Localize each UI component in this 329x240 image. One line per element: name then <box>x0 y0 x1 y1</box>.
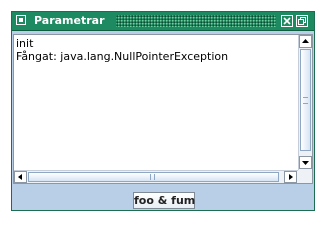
scroll-down-button[interactable] <box>299 156 312 169</box>
text-area[interactable]: init Fångat: java.lang.NullPointerExcept… <box>14 35 298 170</box>
window-title: Parametrar <box>34 14 105 27</box>
restore-button[interactable] <box>296 15 308 27</box>
arrow-down-icon <box>302 161 309 165</box>
scroll-right-button[interactable] <box>284 171 297 183</box>
arrow-up-icon <box>302 39 309 43</box>
thumb-grip-icon <box>303 97 308 104</box>
scroll-corner <box>298 170 312 183</box>
text-area-scroll-pane: init Fångat: java.lang.NullPointerExcept… <box>13 34 313 184</box>
title-bar[interactable]: Parametrar <box>12 12 314 31</box>
close-x-icon <box>283 17 291 25</box>
horizontal-scroll-thumb[interactable] <box>28 172 279 182</box>
vertical-scroll-thumb[interactable] <box>300 49 311 151</box>
arrow-left-icon <box>18 174 22 180</box>
vertical-scrollbar[interactable] <box>298 35 312 170</box>
horizontal-scrollbar[interactable] <box>14 170 298 183</box>
title-bar-grip <box>116 15 276 27</box>
window-menu-icon[interactable] <box>16 15 26 25</box>
thumb-grip-icon <box>150 174 155 180</box>
scroll-up-button[interactable] <box>299 35 312 48</box>
text-line: init <box>16 37 34 50</box>
arrow-right-icon <box>289 174 293 180</box>
text-line: Fångat: java.lang.NullPointerException <box>16 50 229 63</box>
close-button[interactable] <box>281 15 293 27</box>
scroll-left-button[interactable] <box>14 171 27 183</box>
foo-fum-button[interactable]: foo & fum <box>133 192 195 209</box>
restore-icon <box>298 17 306 25</box>
applet-window: Parametrar init Fångat: java.lang.NullPo… <box>11 11 315 211</box>
